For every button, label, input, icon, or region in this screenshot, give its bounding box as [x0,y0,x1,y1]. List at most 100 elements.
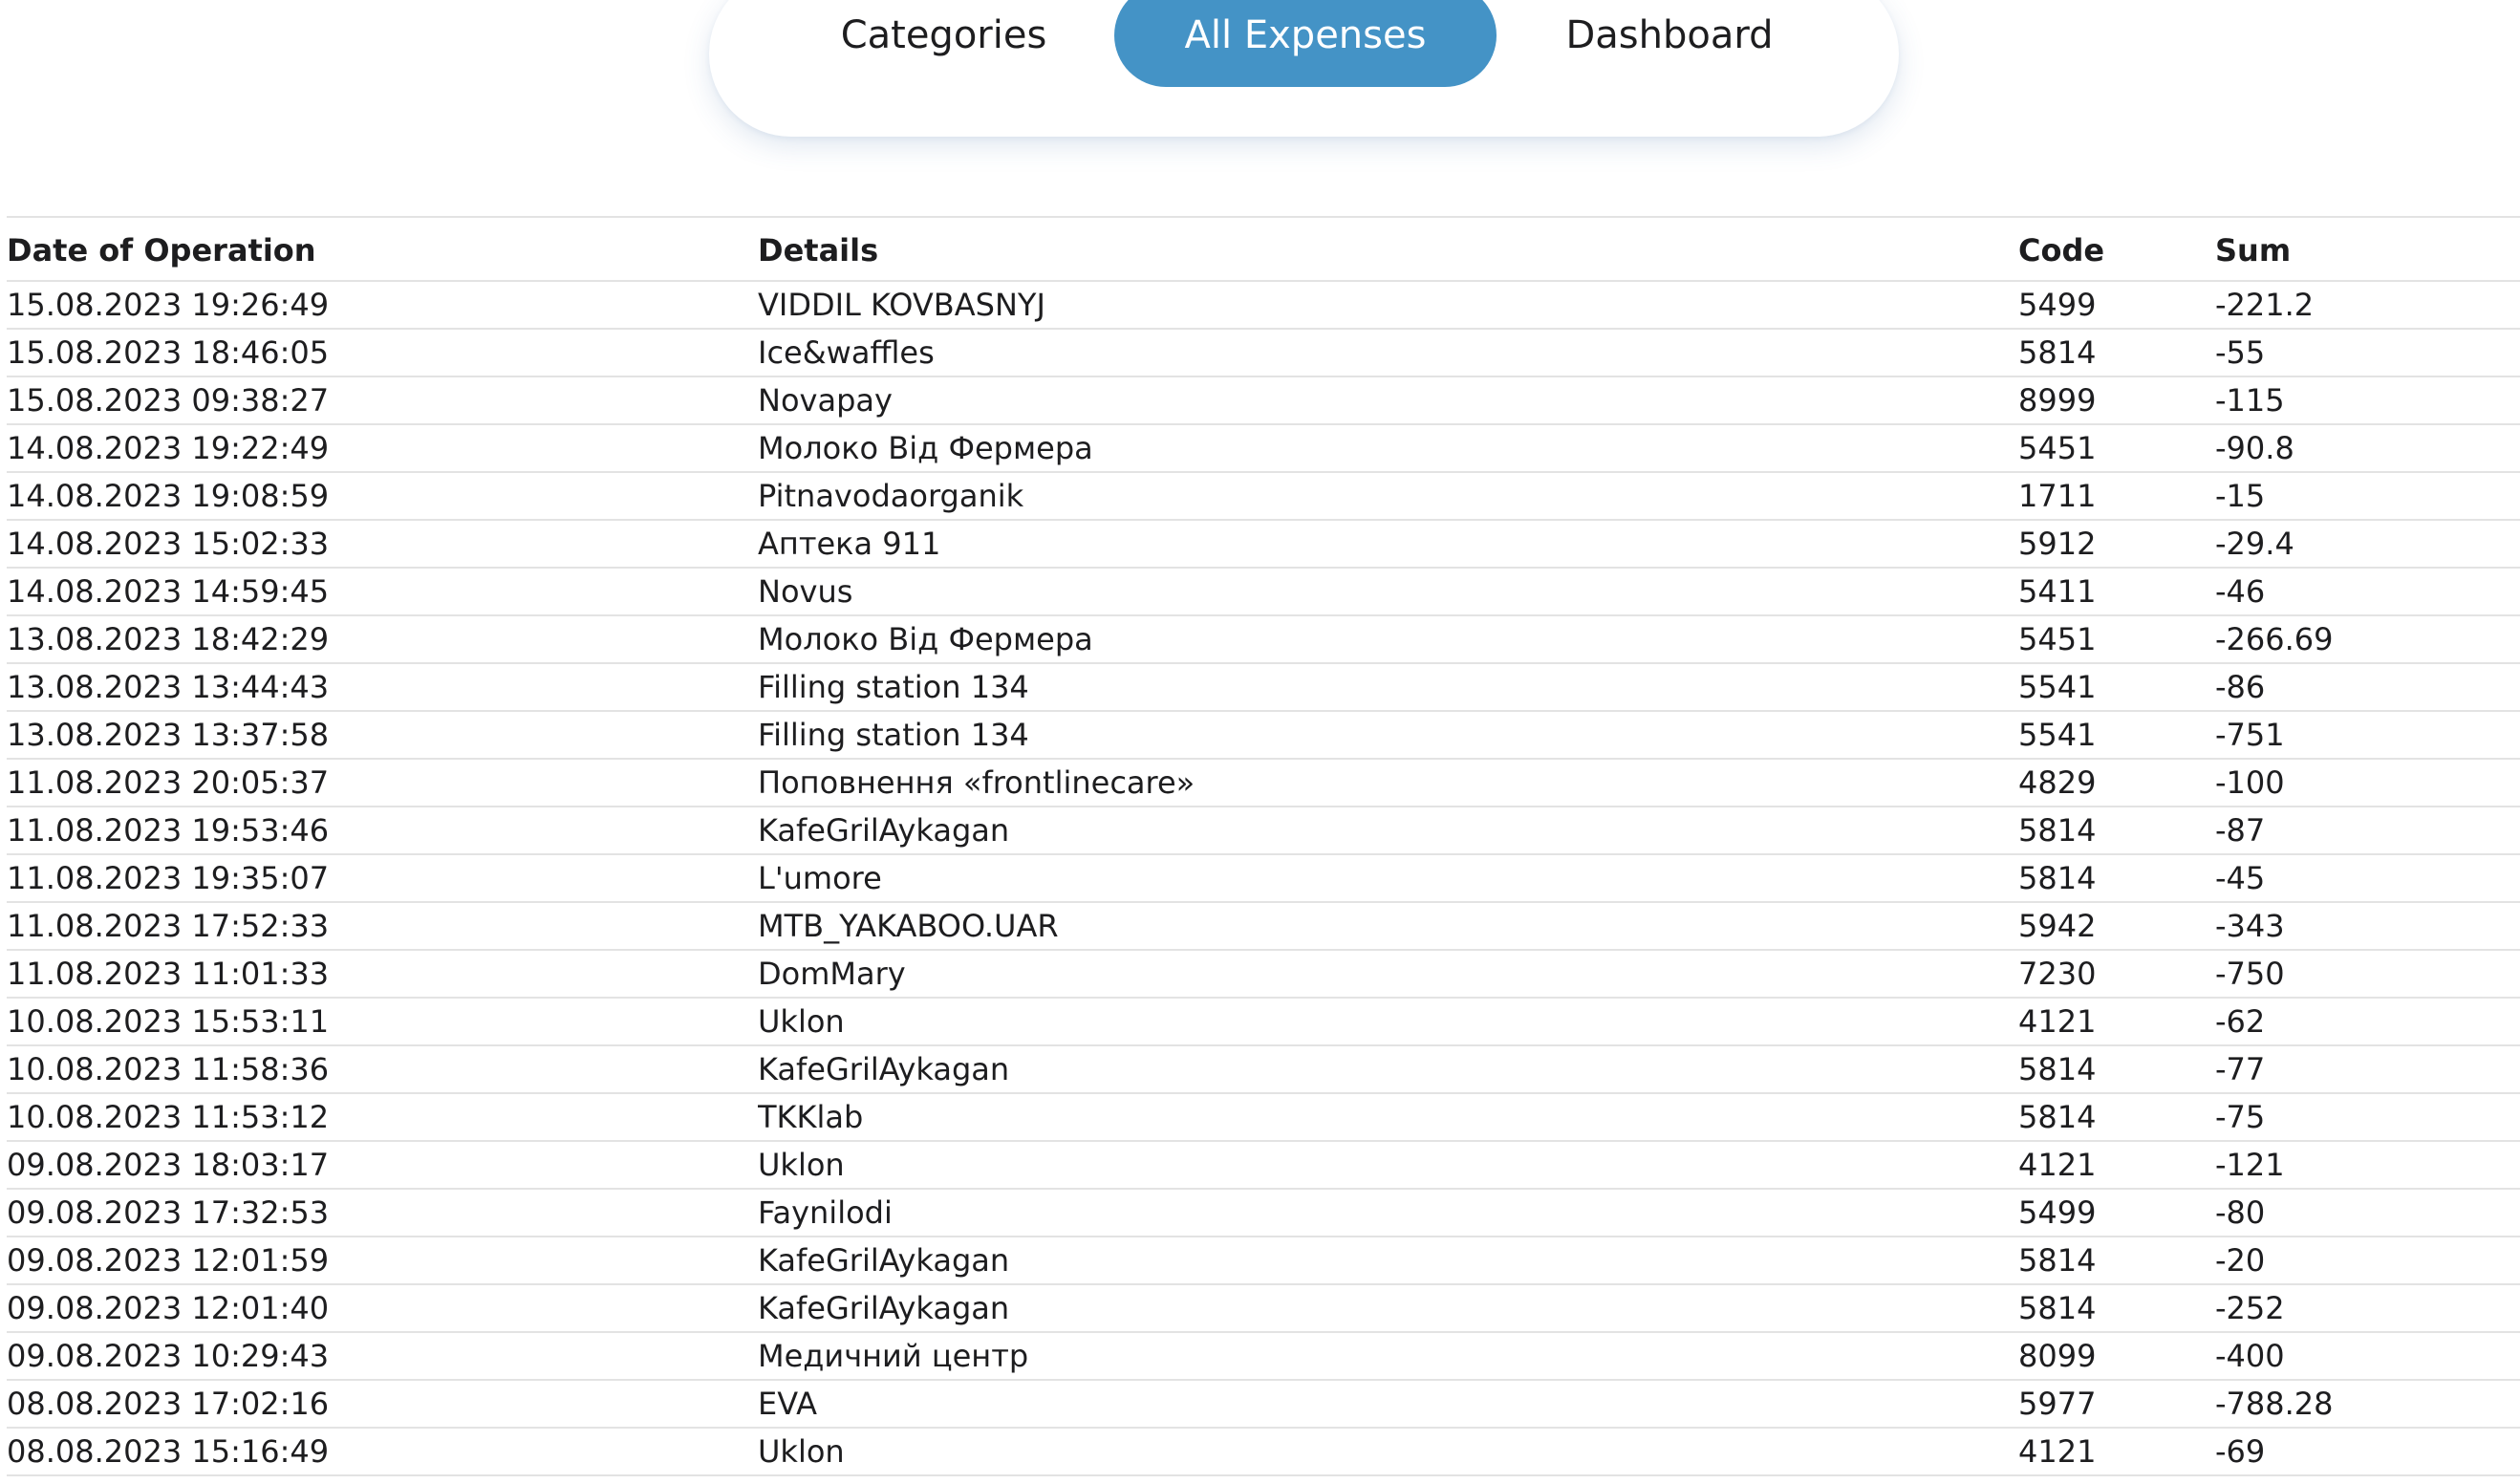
cell-details: Novapay [758,376,2018,425]
cell-details: KafeGrilAykagan [758,807,2018,855]
cell-sum: -751 [2215,711,2520,760]
tab-categories[interactable]: Categories [811,0,1076,87]
table-row[interactable]: 11.08.2023 17:52:33 MTB_YAKABOO.UAR 5942 -3… [7,902,2520,951]
cell-code: 5977 [2018,1380,2215,1429]
table-row[interactable]: 09.08.2023 18:03:17 Uklon 4121 -121 [7,1141,2520,1190]
cell-date: 15.08.2023 19:26:49 [7,281,758,330]
cell-sum: -266.69 [2215,615,2520,664]
cell-date: 10.08.2023 11:53:12 [7,1093,758,1142]
header-details: Details [758,218,2018,282]
nav-tab-bar: Categories All Expenses Dashboard [709,0,1899,137]
cell-date: 14.08.2023 19:22:49 [7,424,758,473]
cell-details: Ice&waffles [758,329,2018,377]
cell-date: 13.08.2023 13:37:58 [7,711,758,760]
cell-date: 13.08.2023 13:44:43 [7,663,758,712]
cell-sum: -343 [2215,902,2520,951]
cell-date: 15.08.2023 09:38:27 [7,376,758,425]
header-code: Code [2018,218,2215,282]
cell-code: 5499 [2018,1189,2215,1237]
table-row[interactable]: 15.08.2023 09:38:27 Novapay 8999 -115 [7,376,2520,425]
cell-date: 09.08.2023 12:01:59 [7,1237,758,1285]
cell-date: 10.08.2023 11:58:36 [7,1045,758,1094]
cell-date: 14.08.2023 15:02:33 [7,520,758,569]
table-row[interactable]: 15.08.2023 19:26:49 VIDDIL KOVBASNYJ 5499-… [7,281,2520,330]
expenses-table-container: Date of Operation Details Code Sum 15.08… [7,216,2520,1484]
cell-details: KafeGrilAykagan [758,1045,2018,1094]
cell-code: 4121 [2018,1428,2215,1476]
cell-details: Uklon [758,998,2018,1046]
tab-dashboard[interactable]: Dashboard [1535,0,1804,87]
cell-code: 5814 [2018,1093,2215,1142]
table-row[interactable]: 14.08.2023 19:22:49 Молоко Від Фермера 545… [7,424,2520,473]
cell-sum: -29.4 [2215,520,2520,569]
cell-code: 5814 [2018,1237,2215,1285]
table-row[interactable]: 11.08.2023 19:35:07 L'umore 5814 -45 [7,854,2520,903]
cell-date: 09.08.2023 12:01:40 [7,1284,758,1333]
cell-details: VIDDIL KOVBASNYJ [758,281,2018,330]
cell-details: KafeGrilAykagan [758,1284,2018,1333]
cell-details: Novus [758,568,2018,616]
cell-code: 4121 [2018,998,2215,1046]
table-row[interactable]: 13.08.2023 18:42:29 Молоко Від Фермера 545… [7,615,2520,664]
cell-code: 4829 [2018,759,2215,807]
expenses-table: Date of Operation Details Code Sum 15.08… [7,218,2520,1476]
table-row[interactable]: 09.08.2023 12:01:59 KafeGrilAykagan 5814 -2… [7,1237,2520,1285]
cell-sum: -86 [2215,663,2520,712]
cell-date: 11.08.2023 20:05:37 [7,759,758,807]
table-row[interactable]: 13.08.2023 13:44:43 Filling station 134 55… [7,663,2520,712]
table-row[interactable]: 09.08.2023 10:29:43 Медичний центр 8099 -40… [7,1332,2520,1381]
cell-code: 5942 [2018,902,2215,951]
cell-code: 5499 [2018,281,2215,330]
table-body: 15.08.2023 19:26:49 VIDDIL KOVBASNYJ 5499-… [7,281,2520,1476]
table-row[interactable]: 10.08.2023 15:53:11 Uklon 4121 -62 [7,998,2520,1046]
table-row[interactable]: 14.08.2023 19:08:59 Pitnavodaorganik 1711-… [7,472,2520,521]
cell-code: 5451 [2018,615,2215,664]
table-row[interactable]: 14.08.2023 15:02:33 Аптека 911 5912 -29.4 [7,520,2520,569]
table-row[interactable]: 10.08.2023 11:53:12 TKKlab 5814 -75 [7,1093,2520,1142]
cell-sum: -252 [2215,1284,2520,1333]
cell-details: Pitnavodaorganik [758,472,2018,521]
cell-sum: -750 [2215,950,2520,999]
cell-details: Поповнення «frontlinecare» [758,759,2018,807]
header-date: Date of Operation [7,218,758,282]
cell-date: 11.08.2023 19:53:46 [7,807,758,855]
cell-code: 5541 [2018,663,2215,712]
table-row[interactable]: 15.08.2023 18:46:05 Ice&waffles 5814 -55 [7,329,2520,377]
cell-sum: -20 [2215,1237,2520,1285]
cell-code: 5541 [2018,711,2215,760]
cell-details: Uklon [758,1428,2018,1476]
cell-date: 09.08.2023 17:32:53 [7,1189,758,1237]
table-row[interactable]: 09.08.2023 17:32:53 Faynilodi 5499 -80 [7,1189,2520,1237]
table-row[interactable]: 13.08.2023 13:37:58 Filling station 134 55… [7,711,2520,760]
cell-sum: -77 [2215,1045,2520,1094]
table-row[interactable]: 11.08.2023 19:53:46 KafeGrilAykagan 5814 -8… [7,807,2520,855]
cell-details: Uklon [758,1141,2018,1190]
cell-code: 4121 [2018,1141,2215,1190]
cell-date: 13.08.2023 18:42:29 [7,615,758,664]
cell-sum: -69 [2215,1428,2520,1476]
cell-details: TKKlab [758,1093,2018,1142]
header-sum: Sum [2215,218,2520,282]
table-row[interactable]: 14.08.2023 14:59:45 Novus 5411 -46 [7,568,2520,616]
table-row[interactable]: 08.08.2023 15:16:49 Uklon 4121 -69 [7,1428,2520,1476]
cell-sum: -45 [2215,854,2520,903]
table-row[interactable]: 11.08.2023 20:05:37 Поповнення «frontline… [7,759,2520,807]
cell-sum: -75 [2215,1093,2520,1142]
cell-code: 5912 [2018,520,2215,569]
cell-details: Filling station 134 [758,711,2018,760]
table-row[interactable]: 08.08.2023 17:02:16 EVA 5977 -788.28 [7,1380,2520,1429]
table-row[interactable]: 11.08.2023 11:01:33 DomMary 7230 -750 [7,950,2520,999]
table-row[interactable]: 10.08.2023 11:58:36 KafeGrilAykagan 5814 -7… [7,1045,2520,1094]
cell-details: KafeGrilAykagan [758,1237,2018,1285]
table-row[interactable]: 09.08.2023 12:01:40 KafeGrilAykagan 5814 -2… [7,1284,2520,1333]
cell-code: 5814 [2018,807,2215,855]
cell-sum: -788.28 [2215,1380,2520,1429]
cell-sum: -121 [2215,1141,2520,1190]
cell-date: 08.08.2023 17:02:16 [7,1380,758,1429]
cell-sum: -100 [2215,759,2520,807]
cell-date: 09.08.2023 18:03:17 [7,1141,758,1190]
cell-code: 5451 [2018,424,2215,473]
cell-code: 8999 [2018,376,2215,425]
tab-all-expenses[interactable]: All Expenses [1114,0,1497,87]
cell-sum: -15 [2215,472,2520,521]
